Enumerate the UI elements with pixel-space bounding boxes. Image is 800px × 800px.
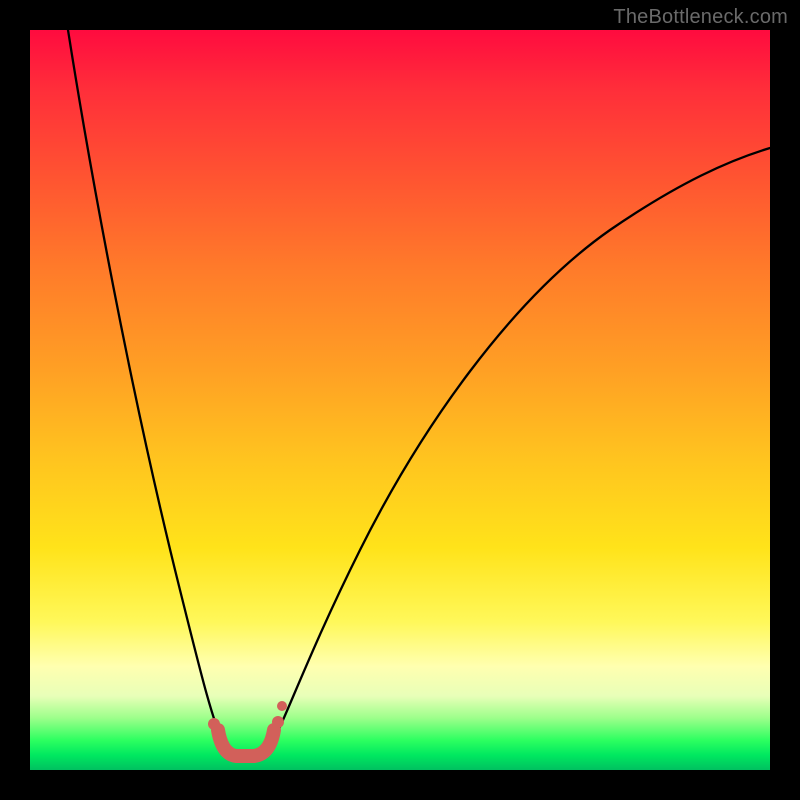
chart-frame: TheBottleneck.com xyxy=(0,0,800,800)
bump-dot-left xyxy=(208,718,220,730)
curve-left-branch xyxy=(68,30,225,748)
bump-dot-top xyxy=(277,701,287,711)
bump-dot-left-2 xyxy=(216,736,228,748)
plot-area xyxy=(30,30,770,770)
curve-layer xyxy=(30,30,770,770)
curve-right-branch xyxy=(270,148,770,748)
bump-dot-right-2 xyxy=(264,736,276,748)
bump-dot-right xyxy=(272,716,284,728)
watermark-text: TheBottleneck.com xyxy=(613,6,788,29)
